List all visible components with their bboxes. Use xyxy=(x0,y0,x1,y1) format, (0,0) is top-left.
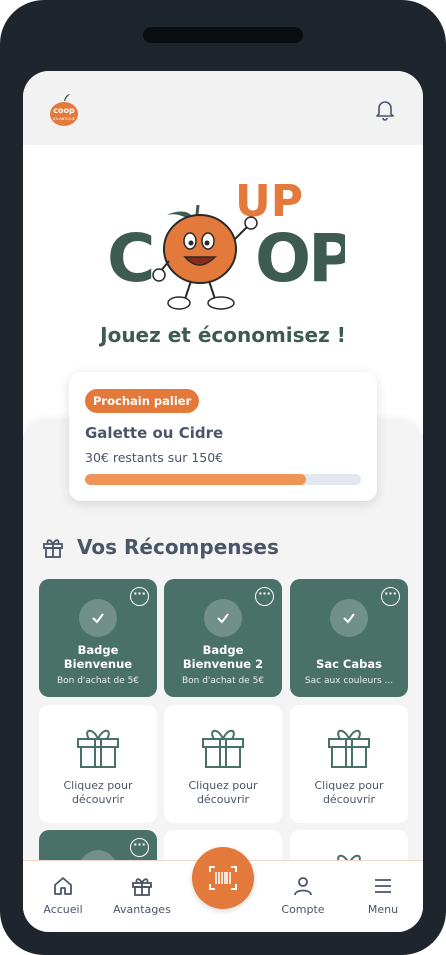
reward-tile-badge-bienvenue[interactable]: ··· Badge Bienvenue Bon d'achat de 5€ xyxy=(39,579,157,697)
nav-item-accueil[interactable]: Accueil xyxy=(28,875,98,916)
next-tier-title: Galette ou Cidre xyxy=(85,424,224,442)
reward-tile-badge-bienvenue-2[interactable]: ··· Badge Bienvenue 2 Bon d'achat de 5€ xyxy=(164,579,282,697)
reward-tile-locked[interactable]: Cliquez pour découvrir xyxy=(164,705,282,823)
discover-label: Cliquez pour découvrir xyxy=(63,779,133,806)
gift-icon xyxy=(132,878,152,896)
more-options-icon[interactable]: ··· xyxy=(255,587,274,606)
rewards-header: Vos Récompenses xyxy=(41,535,279,559)
nav-item-compte[interactable]: Compte xyxy=(268,875,338,916)
reward-title: Badge Bienvenue 2 xyxy=(182,643,264,671)
svg-text:C: C xyxy=(107,220,152,297)
reward-subtitle: Sac aux couleurs ... xyxy=(304,676,394,686)
reward-tile-sac-cabas[interactable]: ··· Sac Cabas Sac aux couleurs ... xyxy=(290,579,408,697)
coop-logo[interactable]: coop ATLANTIQUE xyxy=(49,93,79,127)
more-options-icon[interactable]: ··· xyxy=(130,838,149,857)
nav-item-menu[interactable]: Menu xyxy=(348,875,418,916)
rewards-title: Vos Récompenses xyxy=(77,535,279,559)
svg-text:ATLANTIQUE: ATLANTIQUE xyxy=(53,117,75,121)
reward-subtitle: Bon d'achat de 5€ xyxy=(181,676,265,686)
bell-icon[interactable] xyxy=(375,99,395,121)
gift-icon xyxy=(328,729,370,768)
scan-button[interactable] xyxy=(192,847,254,909)
nav-label: Avantages xyxy=(113,903,171,916)
next-tier-remaining: 30€ restants sur 150€ xyxy=(85,450,224,465)
gift-icon xyxy=(202,729,244,768)
svg-text:coop: coop xyxy=(53,106,75,115)
discover-label: Cliquez pour découvrir xyxy=(314,779,384,806)
tagline: Jouez et économisez ! xyxy=(100,323,346,347)
reward-title: Sac Cabas xyxy=(316,657,382,671)
user-icon xyxy=(294,877,312,896)
more-options-icon[interactable]: ··· xyxy=(381,587,400,606)
phone-frame: coop ATLANTIQUE UP C OP Jouez et économi… xyxy=(0,0,446,955)
menu-icon xyxy=(375,879,391,893)
reward-title: Badge Bienvenue xyxy=(63,643,133,671)
reward-tile-locked[interactable]: Cliquez pour découvrir xyxy=(39,705,157,823)
progress-bar-fill xyxy=(85,474,306,485)
app-screen: coop ATLANTIQUE UP C OP Jouez et économi… xyxy=(23,71,423,932)
nav-item-avantages[interactable]: Avantages xyxy=(107,875,177,916)
next-tier-badge: Prochain palier xyxy=(85,389,200,413)
progress-bar xyxy=(85,474,361,485)
more-options-icon[interactable]: ··· xyxy=(130,587,149,606)
check-icon xyxy=(79,599,117,637)
reward-subtitle: Bon d'achat de 5€ xyxy=(56,676,140,686)
gift-icon xyxy=(77,729,119,768)
gift-icon xyxy=(43,539,63,558)
svg-text:OP: OP xyxy=(255,220,345,297)
nav-label: Menu xyxy=(367,903,399,916)
nav-label: Accueil xyxy=(43,903,83,916)
next-tier-card[interactable]: Prochain palier Galette ou Cidre 30€ res… xyxy=(69,372,377,501)
check-icon xyxy=(330,599,368,637)
check-icon xyxy=(204,599,242,637)
reward-tile-locked[interactable]: Cliquez pour découvrir xyxy=(290,705,408,823)
nav-label: Compte xyxy=(281,903,325,916)
home-icon xyxy=(54,877,72,895)
top-bar: coop ATLANTIQUE xyxy=(23,71,423,145)
up-coop-logo: UP C OP xyxy=(105,171,357,321)
discover-label: Cliquez pour découvrir xyxy=(188,779,258,806)
phone-notch xyxy=(143,27,303,43)
barcode-scan-icon xyxy=(209,866,237,890)
